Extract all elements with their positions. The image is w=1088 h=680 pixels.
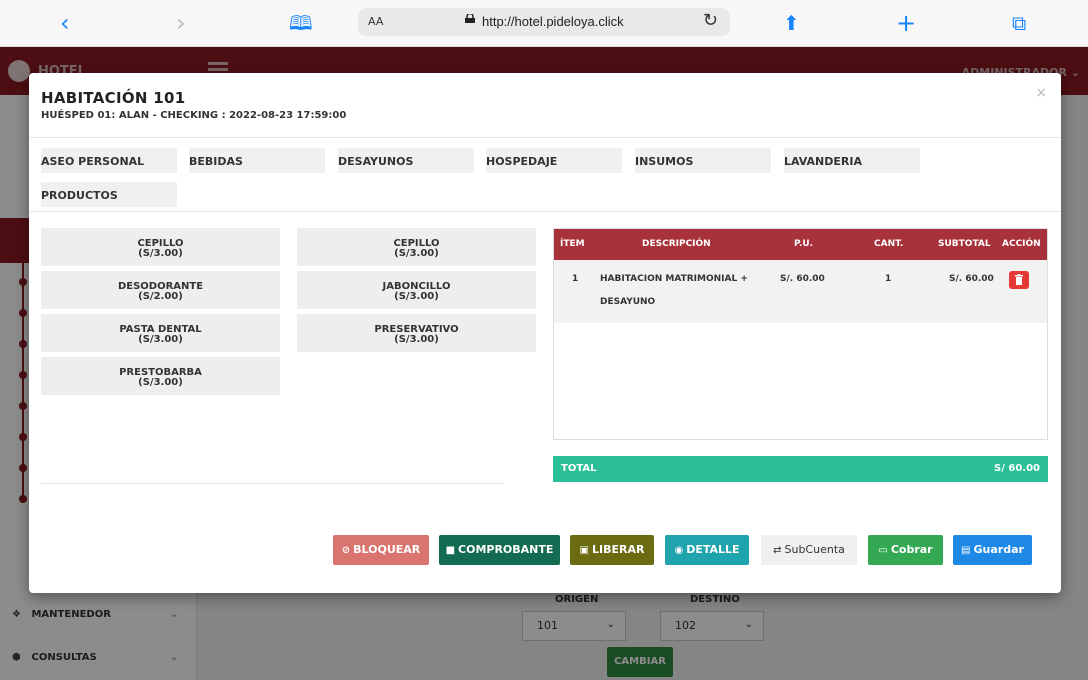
divider [29, 137, 1061, 138]
cell-description-cont: DESAYUNO [600, 297, 656, 307]
room-modal: HABITACIÓN 101 HUÉSPED 01: ALAN - CHECKI… [29, 73, 1061, 593]
product-price: (S/3.00) [394, 248, 439, 259]
browser-toolbar: ‹ › 🕮 AA http://hotel.pideloya.click ↻ ⬆… [0, 0, 1088, 47]
delete-button[interactable] [1009, 271, 1029, 289]
exchange-icon: ⇄ [773, 545, 782, 556]
product-price: (S/2.00) [138, 291, 183, 302]
reader-aa-button[interactable]: AA [368, 15, 383, 28]
product-price: (S/3.00) [394, 291, 439, 302]
detail-label: DETALLE [686, 543, 740, 556]
release-button[interactable]: ▣ LIBERAR [570, 535, 654, 565]
product-price: (S/3.00) [138, 248, 183, 259]
release-label: LIBERAR [591, 543, 645, 556]
cell-item: 1 [572, 274, 579, 284]
total-value: S/ 60.00 [994, 463, 1040, 474]
category-desayunos[interactable]: DESAYUNOS [338, 148, 474, 173]
money-icon: ▭ [878, 545, 888, 556]
total-label: TOTAL [561, 463, 597, 474]
receipt-label: COMPROBANTE [458, 543, 554, 556]
divider [41, 483, 504, 484]
category-hospedaje[interactable]: HOSPEDAJE [486, 148, 622, 173]
block-button[interactable]: ⊘ BLOQUEAR [333, 535, 429, 565]
product-button[interactable]: CEPILLO (S/3.00) [41, 228, 280, 266]
url-text: http://hotel.pideloya.click [482, 14, 624, 29]
subaccount-label: SubCuenta [784, 543, 845, 556]
ban-icon: ⊘ [341, 545, 351, 556]
lock-icon [465, 14, 475, 23]
col-subtotal: SUBTOTAL [938, 239, 991, 249]
product-button[interactable]: PRESERVATIVO (S/3.00) [297, 314, 536, 352]
total-bar: TOTAL S/ 60.00 [553, 456, 1048, 482]
table-row: 1 HABITACION MATRIMONIAL + DESAYUNO S/. … [554, 260, 1047, 323]
cell-quantity: 1 [885, 274, 892, 284]
category-bebidas[interactable]: BEBIDAS [189, 148, 325, 173]
modal-title: HABITACIÓN 101 [41, 89, 186, 107]
product-price: (S/3.00) [138, 377, 183, 388]
detail-button[interactable]: ◉ DETALLE [665, 535, 749, 565]
save-label: Guardar [973, 543, 1024, 556]
cell-subtotal: S/. 60.00 [949, 274, 994, 284]
close-icon[interactable]: × [1035, 85, 1047, 101]
address-bar[interactable]: AA http://hotel.pideloya.click ↻ [358, 8, 730, 36]
subaccount-button[interactable]: ⇄ SubCuenta [761, 535, 857, 565]
new-tab-icon[interactable]: + [896, 10, 916, 36]
trash-icon: ▣ [579, 545, 589, 556]
charge-label: Cobrar [890, 543, 933, 556]
file-icon: ■ [445, 545, 456, 556]
save-icon: ▤ [961, 545, 971, 556]
product-button[interactable]: JABONCILLO (S/3.00) [297, 271, 536, 309]
bookmarks-icon[interactable]: 🕮 [289, 10, 313, 36]
product-button[interactable]: PRESTOBARBA (S/3.00) [41, 357, 280, 395]
product-price: (S/3.00) [394, 334, 439, 345]
category-insumos[interactable]: INSUMOS [635, 148, 771, 173]
cell-unit-price: S/. 60.00 [780, 274, 825, 284]
category-aseo-personal[interactable]: ASEO PERSONAL [41, 148, 177, 173]
forward-icon[interactable]: › [176, 10, 186, 36]
reload-icon[interactable]: ↻ [703, 10, 718, 31]
tabs-icon[interactable]: ⧉ [1012, 10, 1026, 36]
order-table: ÍTEM DESCRIPCIÓN P.U. CANT. SUBTOTAL ACC… [553, 228, 1048, 440]
charge-button[interactable]: ▭ Cobrar [868, 535, 943, 565]
back-icon[interactable]: ‹ [60, 10, 70, 36]
table-header: ÍTEM DESCRIPCIÓN P.U. CANT. SUBTOTAL ACC… [554, 229, 1047, 260]
receipt-button[interactable]: ■ COMPROBANTE [439, 535, 560, 565]
save-button[interactable]: ▤ Guardar [953, 535, 1032, 565]
col-action: ACCIÓN [1002, 239, 1041, 249]
trash-icon [1015, 274, 1023, 285]
col-item: ÍTEM [560, 239, 585, 249]
product-button[interactable]: PASTA DENTAL (S/3.00) [41, 314, 280, 352]
block-label: BLOQUEAR [353, 543, 421, 556]
eye-icon: ◉ [674, 545, 684, 556]
category-lavanderia[interactable]: LAVANDERIA [784, 148, 920, 173]
divider [29, 211, 1061, 212]
share-icon[interactable]: ⬆ [783, 10, 800, 36]
col-unit-price: P.U. [794, 239, 814, 249]
col-description: DESCRIPCIÓN [642, 239, 711, 249]
cell-description: HABITACION MATRIMONIAL + [600, 274, 748, 284]
product-price: (S/3.00) [138, 334, 183, 345]
category-productos[interactable]: PRODUCTOS [41, 182, 177, 207]
product-button[interactable]: CEPILLO (S/3.00) [297, 228, 536, 266]
col-quantity: CANT. [874, 239, 904, 249]
product-button[interactable]: DESODORANTE (S/2.00) [41, 271, 280, 309]
guest-info: HUÉSPED 01: ALAN - CHECKING : 2022-08-23… [41, 110, 347, 121]
